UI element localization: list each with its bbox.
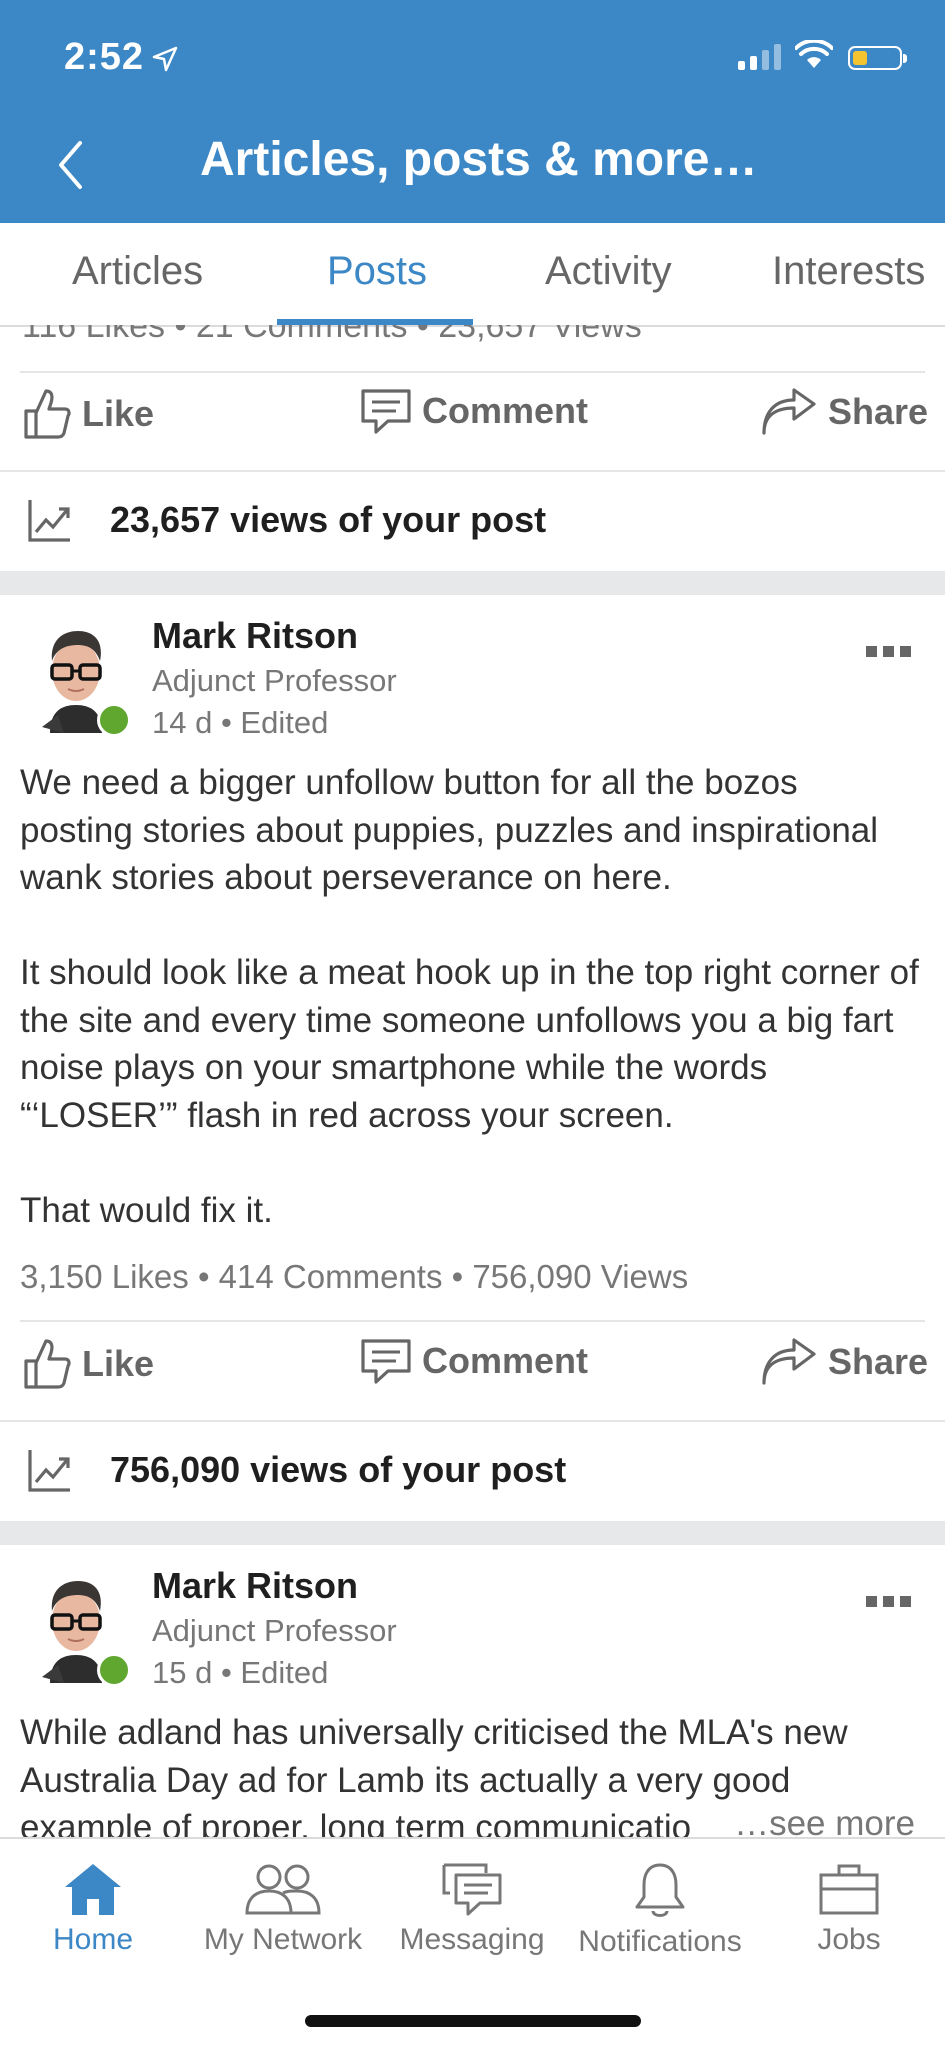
page-title: Articles, posts & more…	[200, 133, 758, 186]
post-paragraph: We need a bigger unfollow button for all…	[20, 763, 879, 897]
divider	[20, 1320, 925, 1322]
comment-button[interactable]: Comment	[360, 1337, 588, 1385]
tab-articles[interactable]: Articles	[72, 249, 203, 294]
nav-notifications[interactable]: Notifications	[570, 1861, 750, 1959]
nav-my-network[interactable]: My Network	[193, 1861, 373, 1957]
views-row[interactable]: 756,090 views of your post	[26, 1427, 566, 1512]
messaging-icon	[442, 1863, 502, 1916]
post-stats[interactable]: 3,150 Likes • 414 Comments • 756,090 Vie…	[20, 1258, 688, 1296]
post-paragraph: That would fix it.	[20, 1190, 273, 1230]
bottom-navigation: Home My Network Messaging Notifications	[0, 1837, 945, 2050]
post-timestamp: 14 d • Edited	[152, 705, 329, 740]
author-headline: Adjunct Professor	[152, 663, 397, 698]
bell-icon	[635, 1863, 685, 1917]
share-button[interactable]: Share	[760, 1337, 928, 1387]
post-separator	[0, 571, 945, 595]
divider	[20, 371, 925, 373]
posts-feed[interactable]: 116 Likes • 21 Comments • 23,657 Views L…	[0, 325, 945, 1837]
tab-bar: Articles Posts Activity Interests	[0, 223, 945, 327]
analytics-chart-icon	[28, 1449, 70, 1492]
more-options-icon[interactable]	[866, 1596, 911, 1607]
network-icon	[245, 1864, 321, 1915]
share-label: Share	[828, 391, 929, 432]
tab-interests[interactable]: Interests	[772, 249, 925, 294]
battery-icon	[848, 46, 907, 70]
comment-label: Comment	[422, 390, 589, 431]
views-text: 23,657 views of your post	[110, 498, 547, 540]
views-row[interactable]: 23,657 views of your post	[26, 477, 546, 562]
comment-icon	[361, 389, 411, 434]
divider	[0, 1420, 945, 1422]
status-time: 2:52	[64, 36, 145, 78]
like-button[interactable]: Like	[22, 387, 154, 441]
tab-activity[interactable]: Activity	[545, 249, 672, 294]
share-arrow-icon	[762, 388, 816, 435]
views-text: 756,090 views of your post	[110, 1448, 567, 1490]
post-timestamp: 15 d • Edited	[152, 1655, 329, 1690]
author-name[interactable]: Mark Ritson	[152, 1565, 358, 1607]
share-button[interactable]: Share	[760, 387, 928, 437]
briefcase-icon	[819, 1864, 879, 1915]
nav-messaging[interactable]: Messaging	[382, 1861, 562, 1957]
wifi-icon	[795, 40, 833, 68]
location-arrow-icon	[152, 46, 178, 72]
comment-icon	[361, 1339, 411, 1384]
comment-label: Comment	[422, 1340, 589, 1381]
comment-button[interactable]: Comment	[360, 387, 588, 435]
author-name[interactable]: Mark Ritson	[152, 615, 358, 657]
home-icon	[65, 1864, 121, 1915]
tab-posts[interactable]: Posts	[327, 249, 427, 294]
app-header: 2:52 Articles, posts & more…	[0, 0, 945, 223]
online-status-badge	[97, 1653, 131, 1687]
author-headline: Adjunct Professor	[152, 1613, 397, 1648]
post-paragraph: It should look like a meat hook up in th…	[20, 953, 919, 1135]
see-more-link[interactable]: …see more	[724, 1804, 915, 1837]
like-label: Like	[82, 393, 155, 434]
post-stats: 116 Likes • 21 Comments • 23,657 Views	[22, 325, 642, 345]
nav-home[interactable]: Home	[3, 1861, 183, 1957]
analytics-chart-icon	[28, 499, 70, 542]
more-options-icon[interactable]	[866, 646, 911, 657]
thumbs-up-icon	[24, 389, 71, 439]
nav-jobs[interactable]: Jobs	[759, 1861, 939, 1957]
home-indicator[interactable]	[305, 2015, 641, 2027]
share-arrow-icon	[762, 1338, 816, 1385]
thumbs-up-icon	[24, 1339, 71, 1389]
share-label: Share	[828, 1341, 929, 1382]
online-status-badge	[97, 703, 131, 737]
divider	[0, 470, 945, 472]
post-body: We need a bigger unfollow button for all…	[20, 759, 920, 1234]
like-button[interactable]: Like	[22, 1337, 154, 1391]
cellular-signal-icon	[738, 44, 781, 70]
like-label: Like	[82, 1343, 155, 1384]
back-chevron-icon[interactable]	[56, 140, 84, 190]
post-separator	[0, 1521, 945, 1545]
